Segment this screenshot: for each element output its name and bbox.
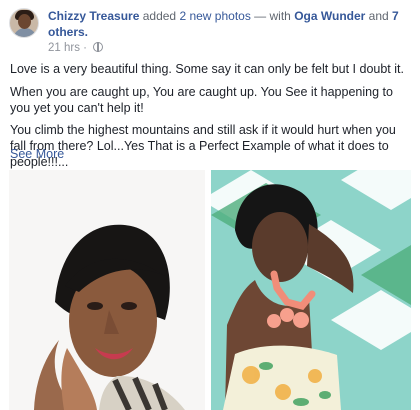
- post-header: Chizzy Treasure added 2 new photos — wit…: [48, 8, 408, 40]
- globe-icon[interactable]: [93, 42, 104, 52]
- author-name-link[interactable]: Chizzy Treasure: [48, 9, 139, 23]
- facebook-post: Chizzy Treasure added 2 new photos — wit…: [0, 0, 420, 410]
- post-meta: 21 hrs ·: [48, 41, 104, 55]
- photos-link[interactable]: 2 new photos: [179, 9, 250, 23]
- tagged-friend-link[interactable]: Oga Wunder: [294, 9, 365, 23]
- post-paragraph-2: When you are caught up, You are caught u…: [10, 85, 393, 115]
- see-more-link[interactable]: See More: [10, 146, 64, 162]
- with-text: — with: [254, 9, 291, 23]
- photo-1-illustration: [9, 170, 205, 410]
- action-text: added: [142, 9, 177, 23]
- timestamp-link[interactable]: 21 hrs: [48, 42, 80, 54]
- and-text: and: [368, 9, 389, 23]
- photo-2[interactable]: [211, 170, 411, 410]
- author-avatar[interactable]: [9, 8, 39, 38]
- post-paragraph-1: Love is a very beautiful thing. Some say…: [10, 62, 404, 76]
- photo-1[interactable]: [9, 170, 205, 410]
- photo-2-illustration: [211, 170, 411, 410]
- meta-separator: ·: [83, 42, 88, 54]
- post-paragraph-3: You climb the highest mountains and stil…: [10, 123, 396, 169]
